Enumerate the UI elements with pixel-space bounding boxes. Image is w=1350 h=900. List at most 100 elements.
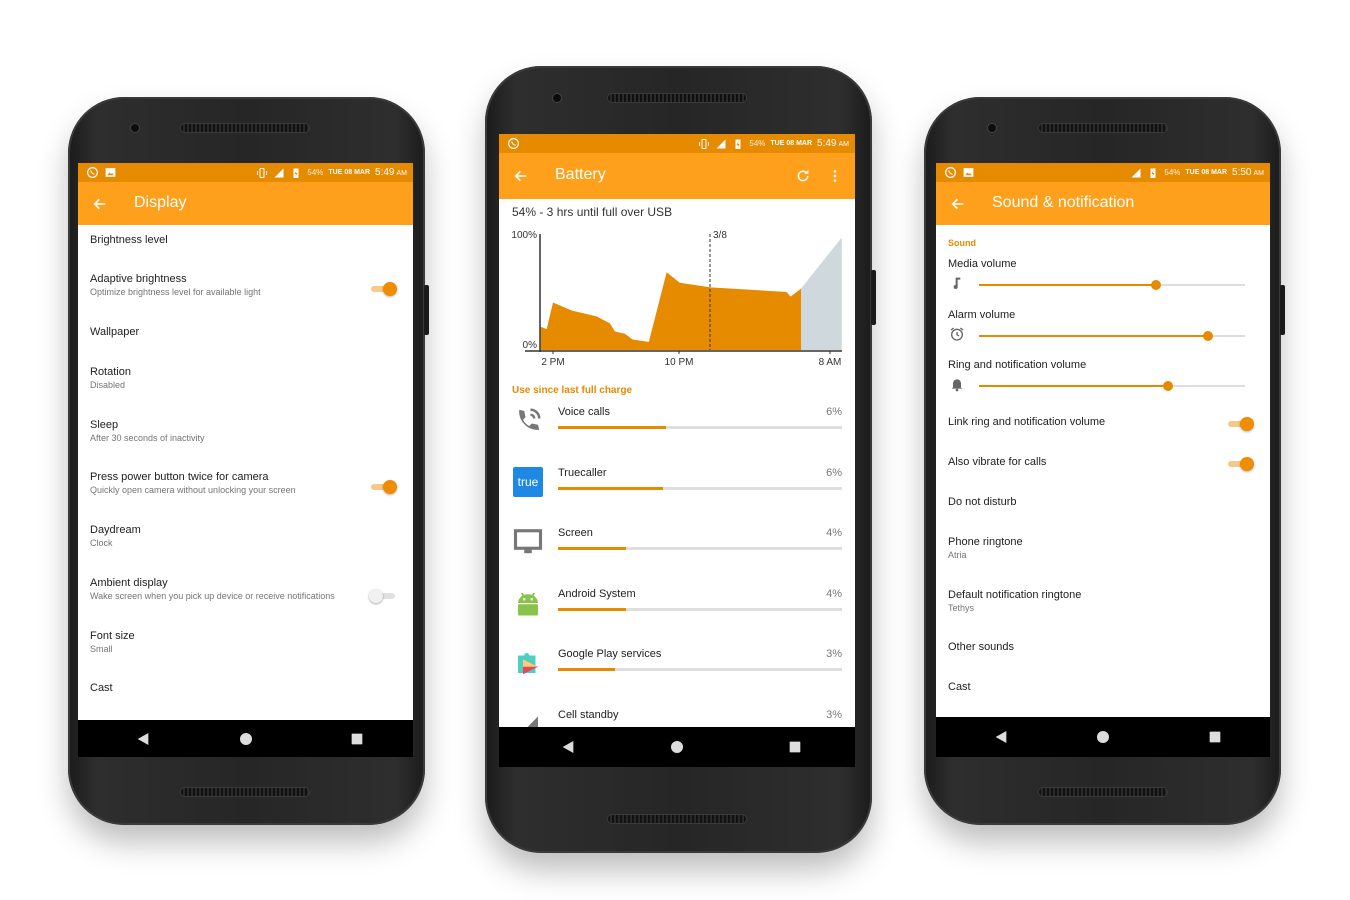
settings-item[interactable]: Rotation Disabled	[78, 361, 413, 401]
nav-home-icon[interactable]	[669, 739, 685, 755]
battery-charging-icon	[732, 138, 744, 150]
nav-home-icon[interactable]	[238, 731, 254, 747]
settings-item[interactable]: Cast	[936, 676, 1270, 706]
slider-thumb[interactable]	[1202, 330, 1213, 341]
power-button	[424, 285, 429, 335]
settings-item[interactable]: Cast	[78, 677, 413, 707]
x-tick-label: 2 PM	[541, 357, 564, 368]
settings-item-subtitle: Quickly open camera without unlocking yo…	[90, 485, 296, 495]
nav-back-icon[interactable]	[560, 739, 576, 755]
truecaller-icon: true	[513, 466, 543, 497]
usage-list-item[interactable]: Google Play services 3%	[499, 638, 855, 693]
front-camera	[987, 123, 997, 133]
battery-percent: 54%	[749, 139, 766, 148]
image-icon	[962, 166, 975, 179]
volume-label: Ring and notification volume	[948, 359, 1087, 371]
battery-charging-icon	[290, 167, 302, 179]
navigation-bar	[936, 717, 1270, 757]
settings-item-subtitle: After 30 seconds of inactivity	[90, 433, 205, 443]
signal-icon	[1130, 167, 1142, 179]
usage-app-name: Truecaller	[558, 466, 607, 479]
usage-bar-fill	[558, 607, 627, 611]
toggle-switch-on[interactable]	[1228, 417, 1254, 431]
settings-item[interactable]: Sleep After 30 seconds of inactivity	[78, 414, 413, 454]
back-arrow-icon[interactable]	[513, 168, 529, 184]
speaker-grille	[1038, 787, 1168, 797]
slider-fill	[979, 385, 1168, 387]
x-tick-label: 10 PM	[665, 357, 694, 368]
settings-item-subtitle: Disabled	[90, 380, 126, 390]
settings-item[interactable]: Also vibrate for calls	[936, 451, 1270, 481]
usage-app-name: Voice calls	[558, 406, 610, 418]
usage-list-item[interactable]: Android System 4%	[499, 578, 855, 633]
toggle-switch-off[interactable]	[369, 589, 397, 603]
volume-setting: Ring and notification volume	[936, 359, 1270, 404]
usage-percent: 3%	[826, 648, 842, 660]
settings-item[interactable]: Do not disturb	[936, 491, 1270, 521]
toggle-thumb	[1240, 417, 1254, 431]
back-arrow-icon[interactable]	[92, 196, 108, 212]
nav-recents-icon[interactable]	[349, 731, 365, 747]
battery-history-area	[540, 272, 802, 350]
settings-item[interactable]: Default notification ringtone Tethys	[936, 584, 1270, 624]
battery-screen: 54% TUE 08 MAR 5:49 AM Battery 54% - 3 hrs un…	[499, 134, 855, 767]
settings-item-subtitle: Clock	[90, 538, 113, 548]
toggle-thumb	[369, 589, 383, 603]
volume-slider[interactable]	[979, 381, 1245, 391]
monitor-icon	[513, 527, 543, 557]
settings-item-title: Font size	[90, 630, 135, 642]
toggle-switch-on[interactable]	[371, 480, 397, 494]
status-right: 54% TUE 08 MAR 5:50 AM	[1130, 165, 1264, 180]
slider-thumb[interactable]	[1150, 280, 1161, 290]
nav-home-icon[interactable]	[1095, 729, 1111, 745]
nav-back-icon[interactable]	[993, 729, 1009, 745]
settings-item[interactable]: Other sounds	[936, 636, 1270, 666]
power-button	[1280, 285, 1285, 335]
status-bar: 54% TUE 08 MAR 5:49 AM	[499, 134, 855, 153]
refresh-icon[interactable]	[795, 168, 811, 184]
battery-percent: 54%	[1164, 168, 1181, 177]
settings-item-title: Adaptive brightness	[90, 273, 187, 285]
settings-item[interactable]: Phone ringtone Atria	[936, 531, 1270, 571]
status-ampm: AM	[1253, 170, 1265, 177]
back-arrow-icon[interactable]	[950, 196, 966, 212]
settings-item[interactable]: Press power button twice for camera Quick…	[78, 466, 413, 506]
y-label-min: 0%	[523, 340, 538, 351]
usage-percent: 3%	[826, 708, 842, 721]
settings-item-title: Ambient display	[90, 577, 168, 589]
settings-item-title: Phone ringtone	[948, 536, 1023, 548]
volume-slider[interactable]	[979, 280, 1245, 290]
usage-bar	[558, 668, 842, 671]
nav-recents-icon[interactable]	[1207, 729, 1223, 745]
settings-item[interactable]: Font size Small	[78, 625, 413, 665]
volume-slider[interactable]	[979, 330, 1245, 341]
usage-list-item[interactable]: Screen 4%	[499, 517, 855, 572]
settings-item[interactable]: Ambient display Wake screen when you pick…	[78, 572, 413, 612]
usage-list-item[interactable]: true Truecaller 6%	[499, 457, 855, 512]
volume-setting: Alarm volume	[936, 309, 1270, 354]
usage-percent: 6%	[826, 466, 842, 479]
status-time: 5:50 AM	[1232, 167, 1264, 178]
more-options-icon[interactable]	[827, 168, 843, 184]
slider-thumb[interactable]	[1162, 381, 1173, 391]
slider-fill	[979, 334, 1208, 337]
settings-item[interactable]: Adaptive brightness Optimize brightness l…	[78, 268, 413, 308]
usage-bar-fill	[558, 668, 615, 671]
settings-item[interactable]: Brightness level	[78, 229, 413, 259]
settings-item-subtitle: Wake screen when you pick up device or r…	[90, 591, 335, 601]
toggle-switch-on[interactable]	[1228, 457, 1254, 471]
status-bar: 54% TUE 08 MAR 5:49 AM	[78, 163, 413, 182]
settings-item[interactable]: Link ring and notification volume	[936, 411, 1270, 441]
usage-list-item[interactable]: Voice calls 6%	[499, 396, 855, 451]
status-right: 54% TUE 08 MAR 5:49 AM	[256, 165, 407, 180]
whatsapp-icon	[507, 137, 520, 150]
settings-item[interactable]: Wallpaper	[78, 321, 413, 351]
toggle-switch-on[interactable]	[371, 282, 397, 296]
settings-item-title: Cast	[90, 682, 113, 694]
settings-item[interactable]: Daydream Clock	[78, 519, 413, 559]
section-header: Sound	[948, 238, 976, 248]
nav-recents-icon[interactable]	[787, 739, 803, 755]
settings-item-title: Sleep	[90, 419, 119, 431]
status-bar: 54% TUE 08 MAR 5:50 AM	[936, 163, 1270, 182]
nav-back-icon[interactable]	[135, 731, 151, 747]
